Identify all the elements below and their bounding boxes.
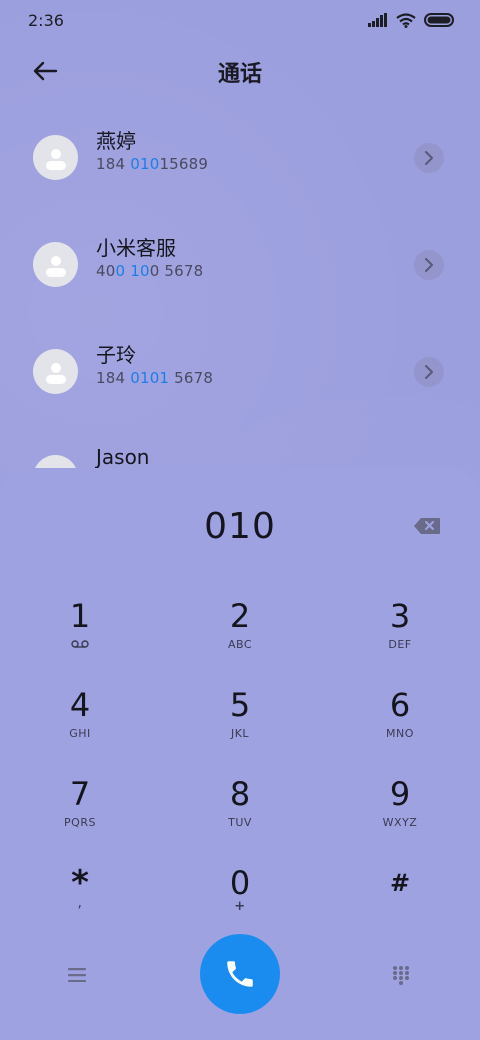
dial-key-3[interactable]: 3 DEF xyxy=(340,596,460,676)
chevron-right-icon xyxy=(425,365,433,379)
contact-name: 小米客服 xyxy=(96,236,176,260)
contact-detail-button[interactable] xyxy=(414,143,444,173)
contact-detail-button[interactable] xyxy=(414,250,444,280)
status-icons xyxy=(368,12,454,28)
header: 通话 xyxy=(0,48,480,92)
dial-key-4[interactable]: 4 GHI xyxy=(20,685,140,765)
backspace-icon xyxy=(414,518,440,534)
contact-name: 燕婷 xyxy=(96,129,136,153)
dial-key-star[interactable]: * , xyxy=(20,863,140,943)
call-button[interactable] xyxy=(200,934,280,1014)
voicemail-icon xyxy=(71,640,89,648)
dialpad-toggle-button[interactable] xyxy=(386,960,416,990)
signal-icon xyxy=(368,13,387,27)
dial-key-0[interactable]: 0 + xyxy=(180,863,300,943)
dialpad-sheet: 010 1 2 ABC 3 DEF 4 GHI 5 JKL 6 MNO 7 PQ… xyxy=(0,468,480,1040)
contact-number: 184 0101 5678 xyxy=(96,369,214,387)
menu-icon xyxy=(68,968,86,982)
dial-key-1[interactable]: 1 xyxy=(20,596,140,676)
person-icon xyxy=(45,255,66,277)
wifi-icon xyxy=(396,12,416,28)
match-highlight: 0101 xyxy=(130,369,170,387)
contact-list-item[interactable]: 燕婷 184 01015689 xyxy=(0,129,480,225)
contact-list-item[interactable]: 小米客服 400 100 5678 xyxy=(0,236,480,332)
page-title: 通话 xyxy=(217,62,262,87)
person-icon xyxy=(45,362,66,384)
contact-name: 子玲 xyxy=(96,343,136,367)
dial-key-6[interactable]: 6 MNO xyxy=(340,685,460,765)
backspace-button[interactable] xyxy=(410,514,444,538)
chevron-right-icon xyxy=(425,258,433,272)
dial-key-5[interactable]: 5 JKL xyxy=(180,685,300,765)
status-time: 2:36 xyxy=(28,10,64,30)
match-highlight: 0 10 xyxy=(115,262,150,280)
contact-list-item[interactable]: 子玲 184 0101 5678 xyxy=(0,343,480,439)
match-highlight: 010 xyxy=(130,155,160,173)
menu-button[interactable] xyxy=(62,960,92,990)
dialed-number-display: 010 xyxy=(204,506,276,547)
contact-name: Jason xyxy=(96,445,150,469)
person-icon xyxy=(45,148,66,170)
chevron-right-icon xyxy=(425,151,433,165)
avatar xyxy=(33,349,78,394)
dial-key-hash[interactable]: # xyxy=(340,863,460,943)
contact-detail-button[interactable] xyxy=(414,357,444,387)
status-bar: 2:36 xyxy=(0,0,480,40)
battery-icon xyxy=(424,13,454,27)
avatar xyxy=(33,135,78,180)
contact-number: 400 100 5678 xyxy=(96,262,204,280)
phone-icon xyxy=(227,961,253,987)
avatar xyxy=(33,242,78,287)
contact-number: 184 01015689 xyxy=(96,155,209,173)
dial-key-9[interactable]: 9 WXYZ xyxy=(340,774,460,854)
dial-key-8[interactable]: 8 TUV xyxy=(180,774,300,854)
dial-key-7[interactable]: 7 PQRS xyxy=(20,774,140,854)
dialpad-grid-icon xyxy=(393,966,409,985)
dial-key-2[interactable]: 2 ABC xyxy=(180,596,300,676)
